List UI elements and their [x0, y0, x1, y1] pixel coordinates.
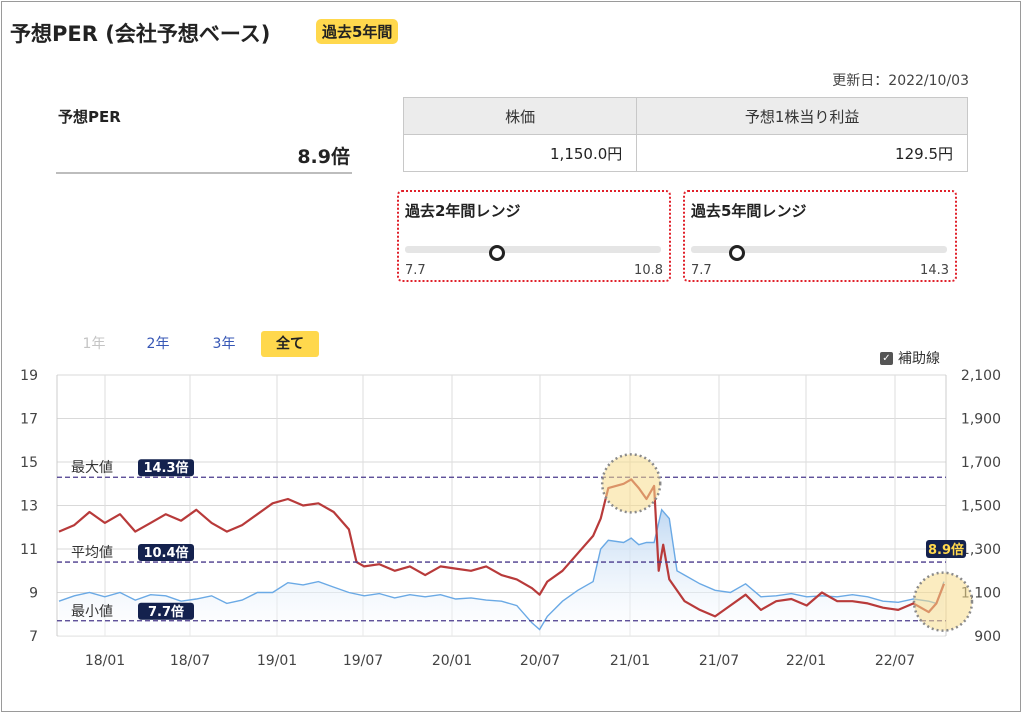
tab-all[interactable]: 全て — [261, 331, 319, 357]
range-2y-max: 10.8 — [634, 263, 663, 278]
price-table: 株価 予想1株当り利益 1,150.0円 129.5円 — [402, 97, 968, 172]
range-2y-title: 過去2年間レンジ — [405, 202, 521, 220]
y-left-tick-label: 17 — [20, 412, 38, 428]
ref-value-label: 10.4倍 — [143, 545, 188, 561]
ref-value-label: 7.7倍 — [148, 604, 184, 620]
range-5y-min: 7.7 — [691, 263, 712, 278]
per-label: 予想PER — [58, 108, 121, 126]
y-right-tick-label: 1,500 — [961, 499, 1001, 515]
x-tick-label: 20/01 — [432, 653, 472, 669]
range-5y-title: 過去5年間レンジ — [691, 202, 807, 220]
y-left-tick-label: 9 — [29, 586, 38, 602]
per-value: 8.9倍 — [297, 146, 350, 168]
x-tick-label: 21/07 — [699, 653, 739, 669]
range-5y-marker — [729, 245, 746, 261]
tab-2y[interactable]: 2年 — [139, 331, 177, 357]
x-tick-label: 19/07 — [343, 653, 383, 669]
range-2y-track — [405, 246, 661, 253]
page-title: 予想PER (会社予想ベース) — [10, 22, 271, 46]
x-tick-label: 20/07 — [520, 653, 560, 669]
y-right-tick-label: 1,300 — [961, 542, 1001, 558]
y-left-tick-label: 15 — [20, 455, 38, 471]
ref-line-label: 最大値 — [71, 460, 113, 476]
range-2y-marker — [489, 245, 506, 261]
ref-line-label: 平均値 — [71, 545, 113, 561]
x-tick-label: 21/01 — [610, 653, 650, 669]
y-right-tick-label: 900 — [974, 629, 1001, 645]
period-badge: 過去5年間 — [316, 19, 399, 44]
per-underline — [56, 172, 352, 174]
range-5y: 過去5年間レンジ 7.7 14.3 — [683, 190, 957, 282]
y-left-tick-label: 13 — [20, 499, 38, 515]
range-2y-min: 7.7 — [405, 263, 426, 278]
eps-header: 予想1株当り利益 — [636, 97, 968, 135]
range-2y: 過去2年間レンジ 7.7 10.8 — [397, 190, 671, 282]
current-value-label: 8.9倍 — [928, 542, 964, 558]
ref-value-label: 14.3倍 — [143, 460, 188, 476]
x-tick-label: 18/07 — [170, 653, 210, 669]
eps-value: 129.5円 — [636, 134, 968, 172]
y-left-tick-label: 11 — [20, 542, 38, 558]
tab-3y[interactable]: 3年 — [202, 331, 246, 357]
peak-highlight — [600, 453, 662, 514]
updated-date: 更新日：2022/10/03 — [832, 73, 969, 89]
y-right-tick-label: 2,100 — [961, 368, 1001, 384]
y-left-tick-label: 7 — [29, 629, 38, 645]
tab-1y: 1年 — [82, 336, 106, 352]
y-right-tick-label: 1,900 — [961, 412, 1001, 428]
current-highlight — [912, 571, 974, 632]
x-tick-label: 18/01 — [85, 653, 125, 669]
per-chart: 791113151719 9001,1001,3001,5001,7001,90… — [20, 368, 1001, 669]
range-5y-max: 14.3 — [920, 263, 949, 278]
x-tick-label: 22/07 — [875, 653, 915, 669]
ref-line-label: 最小値 — [71, 604, 113, 620]
y-left-ticks: 7 9 11 13 15 17 19 — [20, 368, 38, 645]
x-tick-label: 19/01 — [257, 653, 297, 669]
price-header: 株価 — [402, 97, 638, 135]
x-ticks: 18/01 18/07 19/01 19/07 20/01 20/07 21/01 21/07… — [85, 653, 915, 669]
x-tick-label: 22/01 — [786, 653, 826, 669]
y-left-tick-label: 19 — [20, 368, 38, 384]
y-right-tick-label: 1,700 — [961, 455, 1001, 471]
price-value: 1,150.0円 — [402, 134, 638, 172]
